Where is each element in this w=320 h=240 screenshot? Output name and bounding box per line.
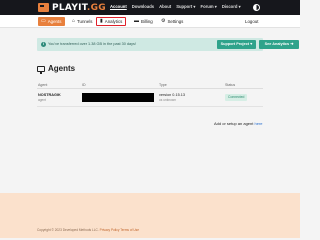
agent-os: os unknown — [159, 98, 177, 102]
nav-support[interactable]: Support ▾ — [176, 3, 195, 11]
nav-discord[interactable]: Discord ▾ — [222, 3, 241, 11]
nav-about[interactable]: About — [159, 3, 171, 11]
tab-settings-label: Settings — [167, 19, 184, 24]
top-bar: PLAYIT.GG Account Downloads About Suppor… — [0, 0, 300, 15]
footer-copyright: Copyright © 2023 Developed Methods LLC. … — [37, 228, 139, 232]
header-agent: Agent — [38, 83, 48, 87]
tab-tunnels-label: Tunnels — [77, 19, 93, 24]
agent-name[interactable]: NOSTRAGIK — [38, 93, 61, 97]
logo-text: PLAYIT.GG — [52, 2, 106, 13]
table-header: Agent ID Type Status — [37, 81, 263, 89]
support-project-button[interactable]: Support Project ♥ — [217, 40, 256, 49]
tab-billing[interactable]: ▬ Billing — [131, 17, 156, 26]
footer: Copyright © 2023 Developed Methods LLC. … — [0, 193, 300, 238]
agents-monitor-icon — [37, 65, 45, 74]
header-type: Type — [159, 83, 167, 87]
usage-banner: i You've transferred over 1.38 GB in the… — [37, 38, 299, 51]
setup-agent-text: Add or setup an agent here — [214, 121, 263, 126]
setup-here-link[interactable]: here — [255, 121, 263, 126]
copyright-text: Copyright © 2023 Developed Methods LLC. — [37, 228, 99, 232]
tab-agents-label: Agents — [47, 19, 62, 24]
nav-downloads[interactable]: Downloads — [132, 3, 154, 11]
gear-icon: ⚙ — [161, 18, 166, 24]
home-icon: ⌂ — [72, 18, 76, 24]
info-icon: i — [41, 42, 46, 47]
monitor-icon: ▭ — [41, 18, 46, 24]
tab-agents[interactable]: ▭ Agents — [38, 17, 65, 26]
status-badge: Connected — [225, 94, 248, 101]
header-status: Status — [225, 83, 236, 87]
agent-version: version 0.15.13 — [159, 93, 185, 97]
usage-message: You've transferred over 1.38 GB in the p… — [48, 42, 136, 46]
tab-billing-label: Billing — [141, 19, 153, 24]
page-title: Agents — [37, 64, 76, 74]
see-analytics-button[interactable]: See Analytics ➜ — [259, 40, 299, 49]
footer-links[interactable]: Privacy Policy Terms of Use — [100, 228, 139, 232]
playit-logo-icon — [38, 3, 49, 12]
nav-forum[interactable]: Forum ▾ — [201, 3, 217, 11]
agent-type: agent — [38, 98, 46, 102]
tab-analytics[interactable]: ▮ Analytics — [96, 17, 127, 26]
agents-table: Agent ID Type Status NOSTRAGIK agent ver… — [37, 81, 263, 107]
table-row[interactable]: NOSTRAGIK agent version 0.15.13 os unkno… — [37, 89, 263, 107]
tab-tunnels[interactable]: ⌂ Tunnels — [69, 17, 96, 26]
theme-toggle-icon[interactable] — [253, 4, 260, 11]
page-title-text: Agents — [48, 64, 76, 73]
setup-prefix: Add or setup an agent — [214, 121, 254, 126]
nav-account[interactable]: Account — [110, 3, 127, 11]
account-sub-navigation: ▭ Agents ⌂ Tunnels ▮ Analytics ▬ Billing… — [0, 15, 300, 28]
chart-icon: ▮ — [100, 18, 103, 24]
tab-settings[interactable]: ⚙ Settings — [158, 17, 186, 26]
top-navigation: Account Downloads About Support ▾ Forum … — [110, 3, 241, 11]
tab-analytics-label: Analytics — [104, 19, 123, 24]
agent-id-redacted — [82, 93, 154, 102]
logout-link[interactable]: Logout — [242, 17, 261, 26]
header-id: ID — [82, 83, 86, 87]
playit-logo[interactable]: PLAYIT.GG — [38, 2, 106, 13]
card-icon: ▬ — [134, 18, 139, 24]
